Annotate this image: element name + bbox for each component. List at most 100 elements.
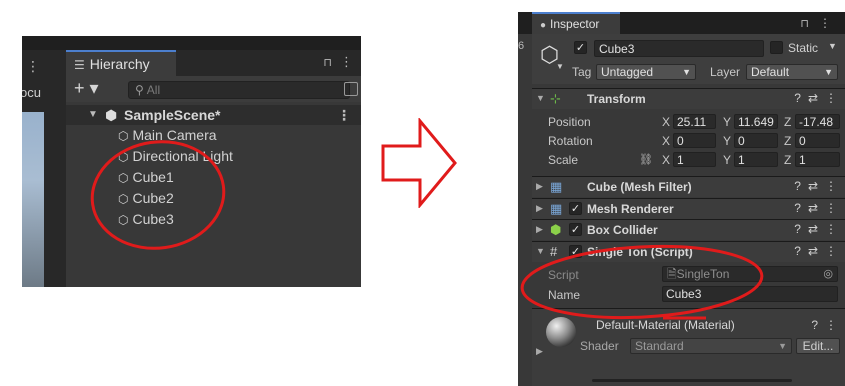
tab-inspector[interactable]: ● Inspector xyxy=(532,12,620,34)
preset-icon[interactable]: ⇄ xyxy=(808,201,818,215)
preset-icon[interactable]: ⇄ xyxy=(808,244,818,258)
script-label: Script xyxy=(548,268,579,282)
help-icon[interactable]: ? xyxy=(794,244,801,258)
transform-icon: ⊹ xyxy=(550,91,561,106)
foldout-open-icon[interactable]: ▼ xyxy=(536,93,545,103)
preset-icon[interactable]: ⇄ xyxy=(808,222,818,236)
hierarchy-item[interactable]: ⬡ Cube2 xyxy=(118,188,174,208)
position-x-field[interactable]: 25.11 xyxy=(673,114,716,129)
panel-menu-icon[interactable]: ⋮ xyxy=(340,54,353,69)
hierarchy-item[interactable]: ⬡ Cube3 xyxy=(118,209,174,229)
script-object-field[interactable]: 🗎SingleTon ◎ xyxy=(662,266,838,282)
axis-z-label[interactable]: Z xyxy=(784,134,791,148)
component-tools: ? ⇄ ⋮ xyxy=(787,179,837,193)
add-component-button-edge[interactable] xyxy=(592,379,792,382)
name-text-field[interactable]: Cube3 xyxy=(662,286,838,302)
lock-icon[interactable]: ⊓ xyxy=(323,57,332,69)
hierarchy-item[interactable]: ⬡ Cube1 xyxy=(118,167,174,187)
help-icon[interactable]: ? xyxy=(794,179,801,193)
help-icon[interactable]: ? xyxy=(794,222,801,236)
foldout-open-icon[interactable]: ▼ xyxy=(536,246,545,256)
hierarchy-search-input[interactable]: ⚲ All xyxy=(128,81,350,99)
axis-z-label[interactable]: Z xyxy=(784,115,791,129)
position-y-field[interactable]: 11.649 xyxy=(734,114,778,129)
scale-label: Scale xyxy=(548,153,579,167)
axis-z-label[interactable]: Z xyxy=(784,153,791,167)
axis-y-label[interactable]: Y xyxy=(723,134,731,148)
rotation-y-field[interactable]: 0 xyxy=(734,133,778,148)
help-icon[interactable]: ? xyxy=(794,201,801,215)
mesh-filter-component-header[interactable]: ▶ ▦ Cube (Mesh Filter) ? ⇄ ⋮ xyxy=(532,176,845,197)
tab-inspector-label: Inspector xyxy=(550,17,600,31)
axis-y-label[interactable]: Y xyxy=(723,115,731,129)
tag-label: Tag xyxy=(572,65,592,79)
help-icon[interactable]: ? xyxy=(794,91,801,105)
axis-y-label[interactable]: Y xyxy=(723,153,731,167)
axis-x-label[interactable]: X xyxy=(662,134,670,148)
lock-icon[interactable]: ⊓ xyxy=(800,18,809,30)
context-menu-icon[interactable]: ⋮ xyxy=(825,244,837,258)
component-title: Single Ton (Script) xyxy=(587,245,693,259)
scale-x-field[interactable]: 1 xyxy=(673,152,716,167)
panel-menu-icon[interactable]: ⋮ xyxy=(819,16,831,30)
object-name-field[interactable]: Cube3 xyxy=(594,40,764,57)
scene-menu-icon[interactable]: ⋮ xyxy=(337,105,351,125)
layer-value: Default xyxy=(751,65,790,79)
context-menu-icon[interactable]: ⋮ xyxy=(825,179,837,193)
axis-x-label[interactable]: X xyxy=(662,153,670,167)
hierarchy-item[interactable]: ⬡ Main Camera xyxy=(118,125,217,145)
constrain-proportions-icon[interactable]: ⛓ xyxy=(639,153,653,166)
foldout-closed-icon[interactable]: ▶ xyxy=(536,203,543,214)
static-dropdown-arrow-icon[interactable]: ▼ xyxy=(828,41,837,51)
hierarchy-item[interactable]: ⬡ Directional Light xyxy=(118,146,233,166)
foldout-closed-icon[interactable]: ▶ xyxy=(536,346,543,357)
hierarchy-tab-tools: ⊓ ⋮ xyxy=(315,54,353,70)
scale-z-field[interactable]: 1 xyxy=(795,152,840,167)
foldout-closed-icon[interactable]: ▶ xyxy=(536,224,543,235)
add-object-button[interactable]: + ▾ xyxy=(74,78,99,99)
tab-hierarchy[interactable]: ☰ Hierarchy xyxy=(66,50,176,76)
component-title: Transform xyxy=(587,92,646,106)
context-menu-icon[interactable]: ⋮ xyxy=(825,318,837,332)
axis-x-label[interactable]: X xyxy=(662,115,670,129)
hierarchy-panel: ⋮ ocu ☰ Hierarchy ⊓ ⋮ + ▾ ⚲ All ▼ ⬢ SampleS… xyxy=(22,36,361,287)
enabled-checkbox[interactable]: ✓ xyxy=(569,245,582,258)
static-checkbox[interactable] xyxy=(770,41,783,54)
preset-icon[interactable]: ⇄ xyxy=(808,179,818,193)
scale-y-field[interactable]: 1 xyxy=(734,152,778,167)
rotation-z-field[interactable]: 0 xyxy=(795,133,840,148)
chevron-down-icon: ▼ xyxy=(682,67,691,77)
help-icon[interactable]: ? xyxy=(811,318,818,332)
hierarchy-toolbar: + ▾ ⚲ All xyxy=(66,76,361,102)
context-menu-icon[interactable]: ⋮ xyxy=(825,201,837,215)
enabled-checkbox[interactable]: ✓ xyxy=(569,223,582,236)
chevron-down-icon: ▼ xyxy=(824,67,833,77)
hierarchy-item-label: Main Camera xyxy=(132,127,217,143)
layer-dropdown[interactable]: Default ▼ xyxy=(746,64,838,80)
more-options-icon[interactable]: ⋮ xyxy=(26,58,40,75)
static-label: Static xyxy=(788,41,819,55)
preset-icon[interactable]: ⇄ xyxy=(808,91,818,105)
icon-dropdown-arrow-icon[interactable]: ▼ xyxy=(556,62,564,71)
hierarchy-item-label: Cube1 xyxy=(132,169,174,185)
transform-component-header[interactable]: ▼ ⊹ Transform ? ⇄ ⋮ xyxy=(532,88,845,109)
mesh-renderer-component-header[interactable]: ▶ ▦ ✓ Mesh Renderer ? ⇄ ⋮ xyxy=(532,198,845,219)
gameobject-cube-icon: ⬡ xyxy=(118,213,129,227)
gameobject-header: ⬡ ▼ ✓ Cube3 Static ▼ Tag Untagged ▼ Layer… xyxy=(532,34,845,84)
rotation-x-field[interactable]: 0 xyxy=(673,133,716,148)
enabled-checkbox[interactable]: ✓ xyxy=(569,202,582,215)
context-menu-icon[interactable]: ⋮ xyxy=(825,222,837,236)
foldout-closed-icon[interactable]: ▶ xyxy=(536,181,543,192)
context-menu-icon[interactable]: ⋮ xyxy=(825,91,837,105)
shader-dropdown[interactable]: Standard ▼ xyxy=(630,338,792,354)
scene-row[interactable]: ▼ ⬢ SampleScene* ⋮ xyxy=(66,105,361,125)
collapse-arrow-icon[interactable]: ▼ xyxy=(88,105,98,125)
search-options-button[interactable] xyxy=(344,82,358,96)
position-z-field[interactable]: -17.48 xyxy=(795,114,840,129)
active-checkbox[interactable]: ✓ xyxy=(574,41,587,54)
box-collider-component-header[interactable]: ▶ ⬢ ✓ Box Collider ? ⇄ ⋮ xyxy=(532,219,845,240)
single-ton-component-header[interactable]: ▼ # ✓ Single Ton (Script) ? ⇄ ⋮ xyxy=(532,241,845,262)
tag-dropdown[interactable]: Untagged ▼ xyxy=(596,64,696,80)
object-picker-icon[interactable]: ◎ xyxy=(823,267,833,282)
edit-shader-button[interactable]: Edit... xyxy=(796,338,840,354)
